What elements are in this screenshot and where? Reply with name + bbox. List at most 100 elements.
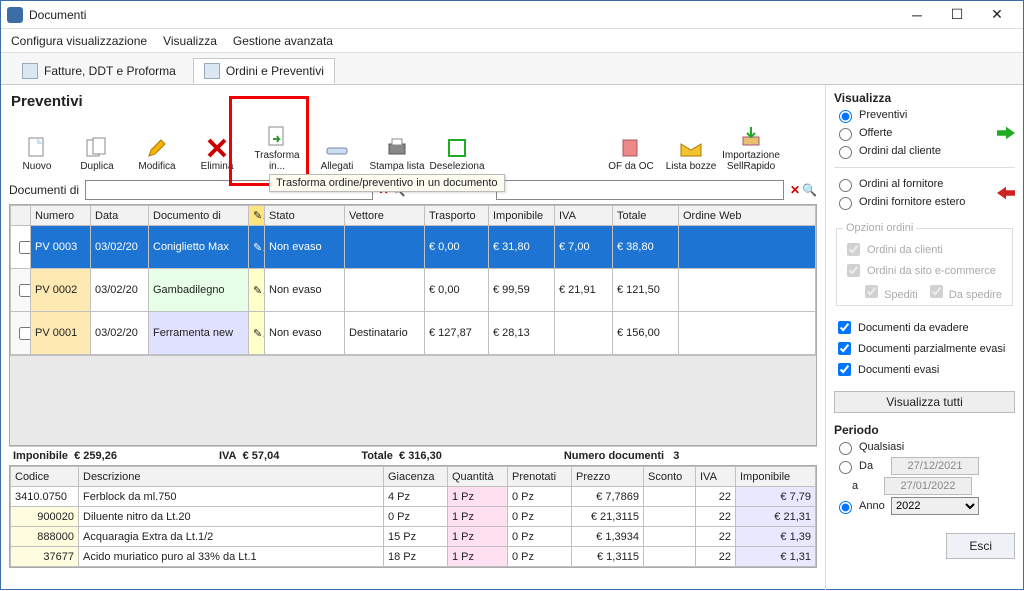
radio-ordini-fornitore[interactable] [839, 179, 852, 192]
col[interactable]: Quantità [448, 467, 508, 487]
elimina-button[interactable]: Elimina [189, 114, 245, 174]
cell: 22 [696, 507, 736, 527]
printer-icon [383, 136, 411, 160]
row-checkbox[interactable] [19, 327, 31, 340]
cell: € 7,7869 [572, 487, 644, 507]
clear-icon[interactable]: ✕ [790, 183, 800, 197]
menu-gestione[interactable]: Gestione avanzata [233, 34, 333, 48]
edit-icon[interactable]: ✎ [249, 312, 265, 355]
radio-da[interactable] [839, 461, 852, 474]
maximize-button[interactable]: ☐ [937, 3, 977, 27]
search-icon[interactable]: 🔍 [802, 183, 817, 197]
trasforma-button[interactable]: Trasforma in... [249, 114, 305, 174]
ofdaoc-button[interactable]: OF da OC [603, 114, 659, 174]
cell: € 0,00 [425, 269, 489, 312]
cell [679, 269, 816, 312]
col-numero[interactable]: Numero [31, 206, 91, 226]
cell [644, 547, 696, 567]
table-row[interactable]: 888000 Acquaragia Extra da Lt.1/2 15 Pz … [11, 527, 816, 547]
import-icon [737, 125, 765, 149]
radio-ordini-cliente[interactable] [839, 146, 852, 159]
chk-label: Spediti [884, 289, 918, 301]
cell: 03/02/20 [91, 312, 149, 355]
col[interactable]: Prenotati [508, 467, 572, 487]
col-iva[interactable]: IVA [555, 206, 613, 226]
arrow-left-red-icon [997, 186, 1015, 200]
edit-icon[interactable]: ✎ [249, 269, 265, 312]
col-stato[interactable]: Stato [265, 206, 345, 226]
radio-ordini-fornitore-estero[interactable] [839, 197, 852, 210]
tool-label: Stampa lista [369, 162, 424, 173]
col-imponibile[interactable]: Imponibile [489, 206, 555, 226]
cell: 1 Pz [448, 547, 508, 567]
cell [679, 226, 816, 269]
col[interactable]: IVA [696, 467, 736, 487]
table-row[interactable]: 37677 Acido muriatico puro al 33% da Lt.… [11, 547, 816, 567]
col-web[interactable]: Ordine Web [679, 206, 816, 226]
table-row[interactable]: PV 0002 03/02/20 Gambadilegno ✎ Non evas… [11, 269, 816, 312]
table-row[interactable]: PV 0003 03/02/20 Coniglietto Max ✎ Non e… [11, 226, 816, 269]
chk-evasi[interactable] [838, 363, 851, 376]
tab-fatture[interactable]: Fatture, DDT e Proforma [11, 58, 187, 84]
cell: 15 Pz [384, 527, 448, 547]
col-data[interactable]: Data [91, 206, 149, 226]
edit-icon[interactable]: ✎ [249, 226, 265, 269]
col[interactable]: Imponibile [736, 467, 816, 487]
col-totale[interactable]: Totale [613, 206, 679, 226]
new-document-icon [23, 136, 51, 160]
opzioni-ordini-fieldset: Opzioni ordini Ordini da clienti Ordini … [836, 222, 1013, 306]
menu-configura[interactable]: Configura visualizzazione [11, 34, 147, 48]
titlebar: Documenti ─ ☐ ✕ [1, 1, 1023, 29]
radio-offerte[interactable] [839, 128, 852, 141]
row-checkbox[interactable] [19, 284, 31, 297]
tab-ordini[interactable]: Ordini e Preventivi [193, 58, 335, 84]
da-date-input [891, 457, 979, 475]
radio-anno[interactable] [839, 501, 852, 514]
allegati-button[interactable]: Allegati [309, 114, 365, 174]
col[interactable]: Prezzo [572, 467, 644, 487]
cell: € 28,13 [489, 312, 555, 355]
importazione-button[interactable]: Importazione SellRapido [723, 114, 779, 174]
chk-parz-evasi[interactable] [838, 342, 851, 355]
toolbar: Nuovo Duplica Modifica Elimina [9, 114, 817, 174]
chk-spediti [865, 285, 878, 298]
table-row[interactable]: 900020 Diluente nitro da Lt.20 0 Pz 1 Pz… [11, 507, 816, 527]
col-check[interactable] [11, 206, 31, 226]
modifica-button[interactable]: Modifica [129, 114, 185, 174]
listabozze-button[interactable]: Lista bozze [663, 114, 719, 174]
document-icon [204, 63, 220, 79]
table-row[interactable]: PV 0001 03/02/20 Ferramenta new ✎ Non ev… [11, 312, 816, 355]
col[interactable]: Giacenza [384, 467, 448, 487]
table-row[interactable]: 3410.0750 Ferblock da ml.750 4 Pz 1 Pz 0… [11, 487, 816, 507]
col[interactable]: Sconto [644, 467, 696, 487]
col-trasporto[interactable]: Trasporto [425, 206, 489, 226]
minimize-button[interactable]: ─ [897, 3, 937, 27]
radio-qualsiasi[interactable] [839, 442, 852, 455]
menu-visualizza[interactable]: Visualizza [163, 34, 217, 48]
col-vettore[interactable]: Vettore [345, 206, 425, 226]
chk-label: Documenti parzialmente evasi [858, 343, 1005, 355]
legend: Opzioni ordini [843, 222, 916, 234]
esci-button[interactable]: Esci [946, 533, 1015, 559]
sum-value: 3 [673, 450, 679, 462]
close-button[interactable]: ✕ [977, 3, 1017, 27]
anno-select[interactable]: 2022 [891, 497, 979, 515]
chk-label: Ordini da sito e-commerce [867, 265, 996, 277]
deseleziona-button[interactable]: Deseleziona [429, 114, 485, 174]
detail-table: Codice Descrizione Giacenza Quantità Pre… [9, 465, 817, 568]
chk-da-evadere[interactable] [838, 321, 851, 334]
cell: € 1,31 [736, 547, 816, 567]
duplica-button[interactable]: Duplica [69, 114, 125, 174]
nuovo-button[interactable]: Nuovo [9, 114, 65, 174]
radio-preventivi[interactable] [839, 110, 852, 123]
col[interactable]: Codice [11, 467, 79, 487]
cell: PV 0003 [31, 226, 91, 269]
row-checkbox[interactable] [19, 241, 31, 254]
cell: 03/02/20 [91, 226, 149, 269]
col[interactable]: Descrizione [79, 467, 384, 487]
col-edit[interactable]: ✎ [249, 206, 265, 226]
visualizza-tutti-button[interactable]: Visualizza tutti [834, 391, 1015, 413]
col-cliente[interactable]: Documento di [149, 206, 249, 226]
ricerca-veloce-input[interactable] [496, 180, 784, 200]
stampa-button[interactable]: Stampa lista [369, 114, 425, 174]
